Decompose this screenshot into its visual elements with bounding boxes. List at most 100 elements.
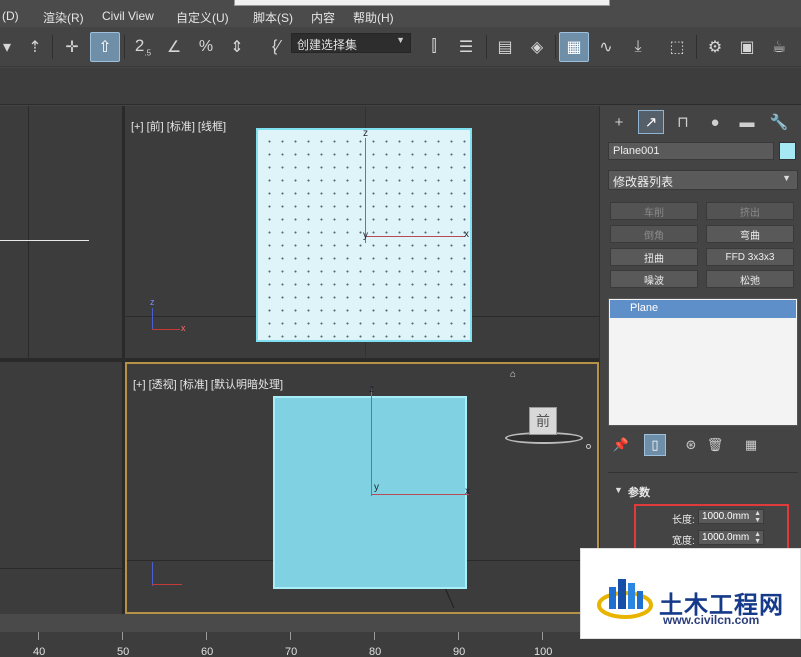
timeline-tick bbox=[458, 632, 459, 640]
grid-line bbox=[0, 568, 122, 569]
gizmo-y-label: y bbox=[363, 230, 368, 241]
modifier-stack[interactable]: Plane bbox=[608, 298, 798, 426]
angle-snap-icon[interactable]: ∠ bbox=[159, 32, 189, 62]
gizmo-y-label: y bbox=[374, 482, 379, 493]
object-color-swatch[interactable] bbox=[779, 142, 796, 160]
modifier-button-relax[interactable]: 松弛 bbox=[706, 270, 794, 288]
plane-object-front[interactable]: z x y bbox=[256, 128, 472, 342]
select-place-icon[interactable]: ⇧ bbox=[90, 32, 120, 62]
mirror-icon[interactable]: ⫿ bbox=[419, 32, 449, 62]
title-input-box[interactable] bbox=[234, 0, 610, 6]
named-selection-set-dropdown[interactable]: 创建选择集 ▼ bbox=[291, 33, 411, 53]
toolbar-separator bbox=[52, 35, 53, 59]
timeline-tick bbox=[206, 632, 207, 640]
move-icon[interactable]: ✛ bbox=[57, 32, 87, 62]
modify-tab-icon[interactable]: ↗ bbox=[638, 110, 664, 134]
rollout-title-parameters[interactable]: 参数 bbox=[628, 484, 650, 500]
percent-snap-icon[interactable]: % bbox=[191, 32, 221, 62]
dope-sheet-icon[interactable]: ⤓ bbox=[623, 32, 653, 62]
menu-item-script[interactable]: 脚本(S) bbox=[253, 9, 293, 26]
render-setup-icon[interactable]: ⚙ bbox=[700, 32, 730, 62]
rollout-collapse-icon[interactable]: ▼ bbox=[614, 485, 623, 495]
rendered-frame-window-icon[interactable]: ▣ bbox=[732, 32, 762, 62]
toolbar-separator bbox=[486, 35, 487, 59]
width-label: 宽度: bbox=[672, 536, 695, 547]
width-spinner[interactable]: 1000.0mm ▲ ▼ bbox=[698, 530, 764, 545]
render-teapot-icon[interactable]: ☕ bbox=[764, 32, 794, 62]
motion-tab-icon[interactable]: ● bbox=[702, 110, 728, 134]
world-x-axis-icon bbox=[152, 329, 180, 330]
timeline-tick bbox=[374, 632, 375, 640]
modifier-list-dropdown[interactable]: 修改器列表 ▼ bbox=[608, 170, 798, 190]
modifier-button-noise[interactable]: 噪波 bbox=[610, 270, 698, 288]
schematic-view-icon[interactable]: ⬚ bbox=[662, 32, 692, 62]
align-icon[interactable]: ☰ bbox=[451, 32, 481, 62]
modifier-button-bend[interactable]: 弯曲 bbox=[706, 225, 794, 243]
stack-item-plane[interactable]: Plane bbox=[610, 300, 796, 318]
spinner-arrows-icon[interactable]: ▲ ▼ bbox=[754, 510, 761, 524]
chevron-down-icon: ▼ bbox=[396, 35, 405, 45]
timeline-tick-label: 70 bbox=[285, 646, 298, 657]
modifier-button-ffd[interactable]: FFD 3x3x3 bbox=[706, 248, 794, 266]
modifier-button-extrude[interactable]: 挤出 bbox=[706, 202, 794, 220]
world-z-label: z bbox=[150, 297, 155, 307]
viewport-perspective[interactable]: z x y [+] [透视] [标准] [默认明暗处理] ⌂ 前 bbox=[125, 362, 599, 614]
timeline-tick bbox=[38, 632, 39, 640]
toolbar-separator bbox=[555, 35, 556, 59]
spinner-arrows-icon[interactable]: ▲ ▼ bbox=[754, 531, 761, 545]
menu-item-civil-view[interactable]: Civil View bbox=[102, 9, 154, 23]
gizmo-x-label: x bbox=[464, 229, 469, 240]
menu-item-help[interactable]: 帮助(H) bbox=[353, 9, 394, 26]
spinner-snap-icon[interactable]: ⇕ bbox=[222, 32, 252, 62]
create-tab-icon[interactable]: + bbox=[606, 110, 632, 134]
viewport-bottom-left[interactable] bbox=[0, 362, 122, 614]
timeline-tick bbox=[290, 632, 291, 640]
command-panel-tabs: + ↗ ⊓ ● ▬ 🔧 bbox=[600, 106, 801, 138]
utilities-tab-icon[interactable]: 🔧 bbox=[766, 110, 792, 134]
pin-stack-icon[interactable]: 📌 bbox=[610, 434, 632, 456]
show-end-result-icon[interactable]: ▯ bbox=[644, 434, 666, 456]
menu-item-render[interactable]: 渲染(R) bbox=[43, 9, 84, 26]
chevron-down-icon: ▼ bbox=[782, 173, 791, 183]
viewcube-face-label: 前 bbox=[536, 413, 550, 429]
timeline-tick-label: 60 bbox=[201, 646, 214, 657]
scene-explorer-icon[interactable]: ▤ bbox=[490, 32, 520, 62]
object-name-field[interactable]: Plane001 bbox=[608, 142, 774, 160]
viewport-top-left[interactable] bbox=[0, 106, 122, 358]
toolbar-separator bbox=[124, 35, 125, 59]
world-z-axis-icon bbox=[152, 562, 153, 586]
viewport-front[interactable]: z x y [+] [前] [标准] [线框] z x bbox=[125, 106, 599, 358]
watermark-url: www.civilcn.com bbox=[663, 613, 760, 627]
layer-explorer-icon[interactable]: ◈ bbox=[522, 32, 552, 62]
viewcube-menu-icon[interactable] bbox=[586, 444, 591, 449]
curve-editor-icon[interactable]: ∿ bbox=[591, 32, 621, 62]
viewport-label-perspective[interactable]: [+] [透视] [标准] [默认明暗处理] bbox=[133, 376, 283, 392]
configure-modifier-sets-icon[interactable]: ▦ bbox=[740, 434, 762, 456]
hierarchy-tab-icon[interactable]: ⊓ bbox=[670, 110, 696, 134]
length-spinner[interactable]: 1000.0mm ▲ ▼ bbox=[698, 509, 764, 524]
selection-set-label: 创建选择集 bbox=[297, 38, 358, 52]
display-tab-icon[interactable]: ▬ bbox=[734, 110, 760, 134]
select-link-icon[interactable]: ⇡ bbox=[20, 32, 50, 62]
menu-bar: (D) 渲染(R) Civil View 自定义(U) 脚本(S) 内容 帮助(… bbox=[0, 0, 801, 27]
remove-modifier-icon[interactable]: 🗑 bbox=[704, 434, 726, 456]
make-unique-icon[interactable]: ⊛ bbox=[680, 434, 702, 456]
gizmo-z-axis bbox=[371, 388, 372, 496]
menu-item-d[interactable]: (D) bbox=[2, 9, 19, 23]
edit-named-selection-icon[interactable]: {⁄ bbox=[261, 32, 291, 62]
viewcube[interactable]: 前 bbox=[529, 407, 557, 435]
snap-2-5-icon[interactable]: 2.5 bbox=[128, 32, 158, 62]
world-axis-line bbox=[0, 240, 89, 241]
plane-object-perspective[interactable]: z x y bbox=[273, 384, 470, 589]
menu-item-content[interactable]: 内容 bbox=[311, 9, 335, 26]
viewcube-home-icon[interactable]: ⌂ bbox=[510, 369, 516, 380]
viewport-divider-horizontal[interactable] bbox=[0, 358, 599, 362]
ribbon-toggle-icon[interactable]: ▦ bbox=[559, 32, 589, 62]
viewport-label-front[interactable]: [+] [前] [标准] [线框] bbox=[131, 118, 226, 134]
modifier-button-lathe[interactable]: 车削 bbox=[610, 202, 698, 220]
dropdown-arrow-icon[interactable]: ▾ bbox=[0, 32, 22, 62]
menu-item-customize[interactable]: 自定义(U) bbox=[176, 9, 229, 26]
modifier-button-bevel[interactable]: 倒角 bbox=[610, 225, 698, 243]
modifier-button-twist[interactable]: 扭曲 bbox=[610, 248, 698, 266]
world-z-axis-icon bbox=[152, 308, 153, 330]
